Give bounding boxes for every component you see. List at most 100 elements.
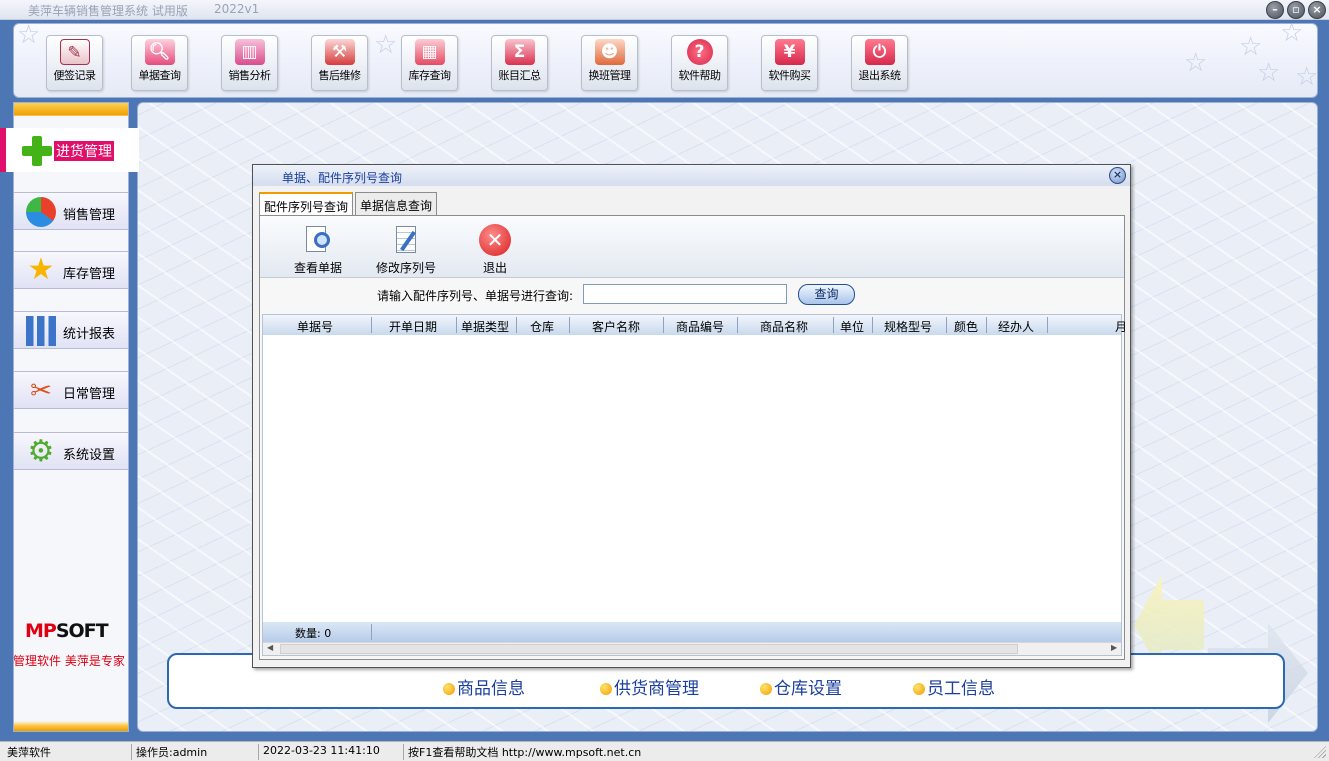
accounts-summary-button[interactable]: Σ 账目汇总 (491, 35, 548, 91)
column-separator[interactable] (1047, 317, 1048, 333)
view-document-icon (302, 224, 334, 256)
sidebar-item-inventory[interactable]: ★ 库存管理 (14, 251, 128, 289)
status-bar: 美萍软件 操作员:admin 2022-03-23 11:41:10 按F1查看… (0, 741, 1329, 761)
app-version: 2022v1 (214, 2, 260, 16)
resize-grip-icon[interactable] (1314, 746, 1326, 758)
column-header[interactable]: 规格型号 (884, 318, 932, 335)
column-header[interactable]: 开单日期 (389, 318, 437, 335)
shift-management-button[interactable]: ☻ 换班管理 (581, 35, 638, 91)
column-separator[interactable] (737, 317, 738, 333)
column-separator[interactable] (946, 317, 947, 333)
column-header[interactable]: 单位 (840, 318, 864, 335)
dialog-action-bar: 查看单据 修改序列号 ✕ 退出 (260, 216, 1124, 278)
sales-analysis-button[interactable]: ▥ 销售分析 (221, 35, 278, 91)
magnifier-icon: 🔍︎ (144, 39, 175, 65)
title-bar: 美萍车辆销售管理系统 试用版 2022v1 – ▫ × (0, 0, 1329, 20)
search-row: 请输入配件序列号、单据号进行查询: 查询 (260, 279, 1124, 309)
tools-icon: ✂ (30, 376, 52, 406)
sidebar-item-label: 日常管理 (63, 387, 116, 402)
accounts-summary-button-label: 账目汇总 (498, 69, 542, 82)
buy-software-button[interactable]: ¥ 软件购买 (761, 35, 818, 91)
shift-management-button-label: 换班管理 (588, 69, 632, 82)
star-decoration-icon: ☆ (1280, 23, 1304, 48)
tab-document-query[interactable]: 单据信息查询 (355, 192, 438, 215)
link-warehouse-settings[interactable]: 仓库设置 (760, 674, 842, 699)
star-decoration-icon: ☆ (1239, 32, 1263, 62)
column-separator[interactable] (371, 317, 372, 333)
column-separator[interactable] (663, 317, 664, 333)
column-header[interactable]: 经办人 (998, 318, 1034, 335)
sidebar-top-band (14, 103, 128, 125)
column-header[interactable]: 商品编号 (676, 318, 724, 335)
edit-notepad-icon (390, 224, 422, 256)
serial-query-dialog: 单据、配件序列号查询 × 配件序列号查询 单据信息查询 查看单据 修改序列号 ✕ (252, 164, 1131, 668)
tab-serial-query[interactable]: 配件序列号查询 (259, 192, 354, 216)
horizontal-scrollbar[interactable]: ◀ ▶ (263, 642, 1121, 655)
column-header[interactable]: 月 (1115, 318, 1127, 335)
column-header[interactable]: 单据号 (297, 318, 333, 335)
scroll-left-icon[interactable]: ◀ (267, 643, 273, 652)
scroll-right-icon[interactable]: ▶ (1111, 643, 1117, 652)
app-title: 美萍车辆销售管理系统 试用版 (28, 4, 188, 18)
plus-icon (22, 136, 52, 166)
column-separator[interactable] (833, 317, 834, 333)
star-decoration-icon: ☆ (17, 23, 41, 50)
bullet-icon (600, 683, 612, 695)
software-help-button-label: 软件帮助 (678, 69, 722, 82)
minimize-icon[interactable]: – (1266, 1, 1284, 19)
sidebar-item-label: 库存管理 (63, 267, 116, 282)
exit-dialog-button[interactable]: ✕ 退出 (479, 224, 511, 276)
exit-system-button-label: 退出系统 (858, 69, 902, 82)
column-separator[interactable] (456, 317, 457, 333)
status-help: 按F1查看帮助文档 http://www.mpsoft.net.cn (403, 744, 641, 760)
mpsoft-logo: MPSOFT (25, 620, 109, 642)
column-header[interactable]: 客户名称 (592, 318, 640, 335)
link-label: 商品信息 (457, 679, 525, 699)
scrollbar-thumb[interactable] (280, 644, 1018, 654)
action-label: 查看单据 (294, 261, 343, 275)
table-header: 单据号 开单日期 单据类型 仓库 客户名称 商品编号 商品名称 单位 规格型号 … (263, 315, 1127, 335)
link-product-info[interactable]: 商品信息 (443, 674, 525, 699)
sidebar-item-daily[interactable]: ✂ 日常管理 (14, 371, 128, 409)
after-sales-repair-button[interactable]: ⚒ 售后维修 (311, 35, 368, 91)
software-help-button[interactable]: ? 软件帮助 (671, 35, 728, 91)
sidebar-item-purchase[interactable]: 进货管理 (0, 128, 139, 172)
dialog-close-icon[interactable]: × (1109, 167, 1126, 184)
help-icon: ? (686, 39, 713, 65)
query-button[interactable]: 查询 (798, 284, 855, 305)
column-separator[interactable] (516, 317, 517, 333)
after-sales-repair-button-label: 售后维修 (318, 69, 362, 82)
exit-system-button[interactable]: ⏻ 退出系统 (851, 35, 908, 91)
action-label: 修改序列号 (376, 261, 437, 275)
search-label: 请输入配件序列号、单据号进行查询: (377, 289, 574, 303)
sidebar-item-settings[interactable]: ⚙ 系统设置 (14, 432, 128, 470)
dialog-title-bar: 单据、配件序列号查询 × (253, 165, 1130, 186)
sales-analysis-button-label: 销售分析 (228, 69, 272, 82)
serial-search-input[interactable] (583, 284, 787, 304)
bullet-icon (760, 683, 772, 695)
edit-serial-button[interactable]: 修改序列号 (376, 224, 436, 276)
link-supplier-management[interactable]: 供货商管理 (600, 674, 699, 699)
restore-icon[interactable]: ▫ (1287, 1, 1305, 19)
close-icon[interactable]: × (1308, 1, 1326, 19)
sidebar-item-reports[interactable]: 统计报表 (14, 311, 128, 349)
star-icon: ★ (27, 252, 55, 287)
column-header[interactable]: 仓库 (530, 318, 554, 335)
document-query-button[interactable]: 🔍︎ 单据查询 (131, 35, 188, 91)
logo-prefix: MP (25, 620, 57, 642)
link-employee-info[interactable]: 员工信息 (913, 674, 995, 699)
sidebar-item-sales[interactable]: 销售管理 (14, 192, 128, 230)
view-document-button[interactable]: 查看单据 (294, 224, 342, 276)
column-header[interactable]: 商品名称 (760, 318, 808, 335)
notes-button[interactable]: ✎ 便签记录 (46, 35, 103, 91)
column-separator[interactable] (986, 317, 987, 333)
column-header[interactable]: 颜色 (954, 318, 978, 335)
column-separator[interactable] (569, 317, 570, 333)
column-separator[interactable] (872, 317, 873, 333)
inventory-query-button[interactable]: ▦ 库存查询 (401, 35, 458, 91)
notepad-icon: ✎ (59, 39, 90, 65)
column-header[interactable]: 单据类型 (461, 318, 509, 335)
star-decoration-icon: ☆ (374, 30, 398, 60)
logo-suffix: SOFT (55, 620, 109, 642)
notes-button-label: 便签记录 (53, 69, 97, 82)
